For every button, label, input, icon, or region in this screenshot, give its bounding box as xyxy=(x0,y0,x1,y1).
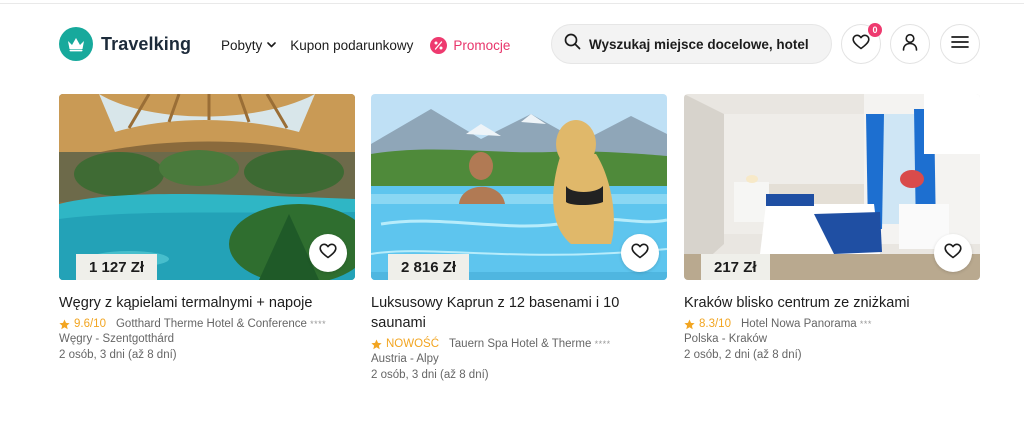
nav-pobyty[interactable]: Pobyty xyxy=(221,37,277,53)
hotel-name: Gotthard Therme Hotel & Conference **** xyxy=(116,318,326,330)
brand-name: Travelking xyxy=(101,33,192,54)
offer-duration: 2 osób, 3 dni (až 8 dní) xyxy=(371,369,489,381)
site-header: Travelking Pobyty Kupon podarunkowy Prom… xyxy=(0,0,1024,90)
offer-duration: 2 osób, 3 dni (až 8 dní) xyxy=(59,349,177,361)
heart-icon xyxy=(319,243,337,264)
hotel-stars: **** xyxy=(594,339,611,349)
account-button[interactable] xyxy=(890,24,930,64)
rating: 9.6/10 xyxy=(59,318,106,330)
menu-button[interactable] xyxy=(940,24,980,64)
offer-photo-thermal-pool[interactable]: 1 127 Zł xyxy=(59,94,355,280)
price-tag: 217 Zł xyxy=(701,254,770,280)
nav-promocje-label: Promocje xyxy=(453,37,511,53)
nav-kupon-podarunkowy[interactable]: Kupon podarunkowy xyxy=(290,38,413,53)
brand-logo[interactable]: Travelking xyxy=(59,27,191,61)
heart-icon xyxy=(852,34,870,55)
heart-icon xyxy=(631,243,649,264)
search-icon xyxy=(564,33,581,55)
nav-pobyty-label: Pobyty xyxy=(221,37,263,53)
new-label: NOWOŚĆ xyxy=(386,338,440,350)
favorites-count-badge: 0 xyxy=(868,23,882,37)
main-nav: Pobyty Kupon podarunkowy Promocje xyxy=(221,35,510,55)
favorites-button[interactable]: 0 xyxy=(841,23,882,64)
new-badge: NOWOŚĆ xyxy=(371,338,439,350)
add-to-favorites-button[interactable] xyxy=(934,234,972,272)
hotel-name-text: Hotel Nowa Panorama xyxy=(740,318,857,330)
offer-card[interactable]: 217 Zł Kraków blisko centrum ze zniżkami… xyxy=(684,94,980,363)
hotel-name: Hotel Nowa Panorama *** xyxy=(741,318,872,330)
rating-value: 8.3/10 xyxy=(699,318,731,330)
offer-location: Węgry - Szentgotthárd xyxy=(59,333,175,345)
offer-card[interactable]: 1 127 Zł Węgry z kąpielami termalnymi + … xyxy=(59,94,355,363)
offer-title[interactable]: Kraków blisko centrum ze zniżkami xyxy=(684,293,980,313)
price-tag: 2 816 Zł xyxy=(388,254,470,280)
offer-location: Polska - Kraków xyxy=(684,333,768,345)
hotel-stars: **** xyxy=(310,319,327,329)
rating-value: 9.6/10 xyxy=(74,318,106,330)
hotel-name: Tauern Spa Hotel & Therme **** xyxy=(449,338,611,350)
search-input[interactable] xyxy=(589,36,821,52)
star-icon xyxy=(59,319,70,330)
offer-title[interactable]: Węgry z kąpielami termalnymi + napoje xyxy=(59,293,355,313)
offer-duration: 2 osób, 2 dni (až 8 dní) xyxy=(684,349,802,361)
crown-icon xyxy=(59,27,93,61)
hotel-stars: *** xyxy=(859,319,872,329)
chevron-down-icon xyxy=(267,42,277,48)
user-icon xyxy=(902,33,918,56)
add-to-favorites-button[interactable] xyxy=(309,234,347,272)
hotel-name-text: Gotthard Therme Hotel & Conference xyxy=(115,318,307,330)
hotel-name-text: Tauern Spa Hotel & Therme xyxy=(449,338,592,350)
nav-promocje[interactable]: Promocje xyxy=(430,36,511,54)
star-icon xyxy=(684,319,695,330)
offer-location: Austria - Alpy xyxy=(371,353,439,365)
offer-photo-alpine-pool[interactable]: 2 816 Zł xyxy=(371,94,667,280)
hamburger-menu-icon xyxy=(951,35,969,54)
search-box[interactable] xyxy=(551,24,832,64)
offer-meta: NOWOŚĆ Tauern Spa Hotel & Therme **** xyxy=(371,338,667,350)
offer-photo-hotel-room[interactable]: 217 Zł xyxy=(684,94,980,280)
offer-card[interactable]: 2 816 Zł Luksusowy Kaprun z 12 basenami … xyxy=(371,94,667,383)
star-icon xyxy=(371,339,382,350)
nav-kupon-label: Kupon podarunkowy xyxy=(290,37,414,53)
offer-meta: 8.3/10 Hotel Nowa Panorama *** xyxy=(684,318,980,330)
heart-icon xyxy=(944,243,962,264)
price-tag: 1 127 Zł xyxy=(76,254,158,280)
add-to-favorites-button[interactable] xyxy=(621,234,659,272)
percent-icon xyxy=(430,36,448,54)
offer-title[interactable]: Luksusowy Kaprun z 12 basenami i 10 saun… xyxy=(371,293,667,333)
offer-meta: 9.6/10 Gotthard Therme Hotel & Conferenc… xyxy=(59,318,355,330)
rating: 8.3/10 xyxy=(684,318,731,330)
